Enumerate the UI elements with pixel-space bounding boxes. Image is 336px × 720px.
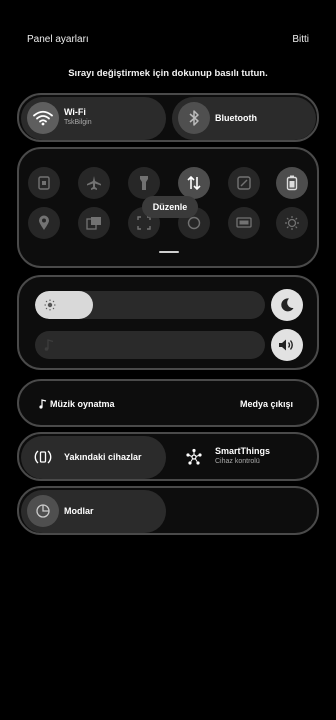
speaker-icon xyxy=(279,339,293,351)
smartthings-label: SmartThings xyxy=(215,446,271,456)
smartthings-icon xyxy=(178,441,210,473)
modes-tile[interactable]: Modlar xyxy=(21,490,166,533)
bluetooth-label: Bluetooth xyxy=(215,113,257,123)
panel-settings-title: Panel ayarları xyxy=(27,34,89,45)
sound-mode-button[interactable] xyxy=(271,329,303,361)
media-row: Müzik oynatma Medya çıkışı xyxy=(17,379,319,427)
music-note-icon xyxy=(39,399,47,409)
connectivity-row: Wi-Fi TskBilgin Bluetooth xyxy=(17,93,319,142)
nearby-devices-label: Yakındaki cihazlar xyxy=(64,452,142,462)
wifi-label: Wi-Fi xyxy=(64,107,86,117)
modes-label: Modlar xyxy=(64,506,94,516)
bluetooth-tile[interactable]: Bluetooth xyxy=(172,97,316,140)
screen-mirroring-icon[interactable] xyxy=(228,207,260,239)
brightness-icon xyxy=(44,299,56,311)
wifi-network-name: TskBilgin xyxy=(64,119,92,126)
wifi-tile[interactable]: Wi-Fi TskBilgin xyxy=(21,97,166,140)
location-icon[interactable] xyxy=(28,207,60,239)
modes-icon xyxy=(27,495,59,527)
smartthings-sublabel: Cihaz kontrolü xyxy=(215,458,260,465)
music-playback-button[interactable]: Müzik oynatma xyxy=(39,399,115,409)
edit-button[interactable]: Düzenle xyxy=(142,196,198,218)
reorder-hint: Sırayı değiştirmek için dokunup basılı t… xyxy=(68,68,268,79)
quick-tiles-grid: Düzenle xyxy=(17,147,319,268)
moon-icon xyxy=(281,298,294,312)
smartthings-tile[interactable]: SmartThings Cihaz kontrolü xyxy=(172,436,316,479)
sliders-panel xyxy=(17,275,319,370)
dark-mode-button[interactable] xyxy=(271,289,303,321)
battery-saver-icon[interactable] xyxy=(276,167,308,199)
bluetooth-icon xyxy=(178,102,210,134)
eye-comfort-icon[interactable] xyxy=(276,207,308,239)
music-note-icon xyxy=(44,339,54,351)
airplane-mode-icon[interactable] xyxy=(78,167,110,199)
done-button[interactable]: Bitti xyxy=(292,34,309,45)
nfc-icon[interactable] xyxy=(28,167,60,199)
nearby-devices-icon xyxy=(27,441,59,473)
modes-row: Modlar xyxy=(17,486,319,535)
devices-row: Yakındaki cihazlar SmartThings Cihaz kon… xyxy=(17,432,319,481)
multi-window-icon[interactable] xyxy=(78,207,110,239)
volume-slider[interactable] xyxy=(35,331,265,359)
nearby-devices-tile[interactable]: Yakındaki cihazlar xyxy=(21,436,166,479)
brightness-slider[interactable] xyxy=(35,291,265,319)
music-playback-label: Müzik oynatma xyxy=(50,399,115,409)
media-output-button[interactable]: Medya çıkışı xyxy=(240,399,293,409)
top-bar: Panel ayarları Bitti xyxy=(0,34,336,50)
page-indicator xyxy=(159,251,179,253)
wifi-icon xyxy=(27,102,59,134)
mobile-data-icon[interactable] xyxy=(178,167,210,199)
nfc-payment-icon[interactable] xyxy=(228,167,260,199)
flashlight-icon[interactable] xyxy=(128,167,160,199)
